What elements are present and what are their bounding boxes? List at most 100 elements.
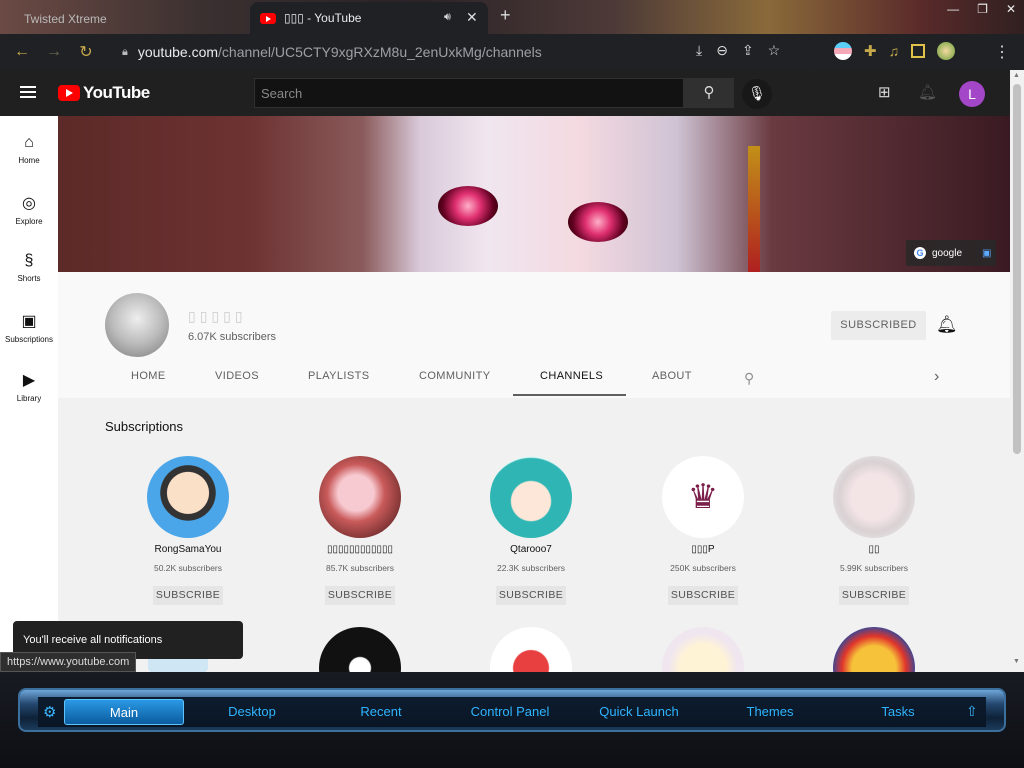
notification-bell-icon[interactable]: 🔔︎ bbox=[936, 315, 958, 335]
browser-toolbar: ← → ↻ 🔒︎ youtube.com/channel/UC5CTY9xgRX… bbox=[0, 34, 1024, 70]
subscribe-button[interactable]: SUBSCRIBE bbox=[325, 586, 395, 605]
speaker-icon[interactable]: 🔊︎ bbox=[444, 11, 451, 24]
channel-search-icon[interactable]: ⚲ bbox=[744, 370, 754, 387]
sidebar-item-label: Subscriptions bbox=[4, 335, 54, 344]
channel-card-avatar[interactable] bbox=[833, 627, 915, 672]
tab-channels[interactable]: CHANNELS bbox=[540, 370, 603, 382]
channel-card-avatar[interactable] bbox=[319, 456, 401, 538]
install-icon[interactable]: ⤓ bbox=[696, 42, 702, 59]
voice-search-button[interactable]: 🎙︎ bbox=[742, 79, 772, 109]
compass-icon: ◎ bbox=[22, 195, 36, 212]
tab-playlists[interactable]: PLAYLISTS bbox=[308, 370, 369, 382]
hamburger-menu-icon[interactable] bbox=[20, 86, 36, 88]
browser-menu-icon[interactable]: ⋮ bbox=[994, 42, 1010, 62]
browser-tab-inactive[interactable]: Twisted Xtreme bbox=[8, 4, 248, 34]
channel-card-avatar[interactable] bbox=[662, 627, 744, 672]
channel-card-name[interactable]: ▯▯▯P bbox=[643, 544, 763, 557]
channel-card[interactable]: ▯▯▯▯▯▯▯▯▯▯▯▯ 85.7K subscribers SUBSCRIBE bbox=[300, 456, 420, 605]
channel-card-name[interactable]: Qtarooo7 bbox=[471, 544, 591, 557]
channel-card-avatar[interactable]: ♛ bbox=[662, 456, 744, 538]
back-button[interactable]: ← bbox=[6, 43, 38, 61]
new-tab-button[interactable]: + bbox=[500, 5, 511, 26]
subscribe-button[interactable]: SUBSCRIBE bbox=[496, 586, 566, 605]
channel-card-name[interactable]: ▯▯▯▯▯▯▯▯▯▯▯▯ bbox=[300, 544, 420, 557]
banner-art-left-eye bbox=[438, 186, 498, 226]
channel-card[interactable]: ♛ ▯▯▯P 250K subscribers SUBSCRIBE bbox=[643, 456, 763, 605]
minimize-icon[interactable]: — bbox=[947, 2, 959, 16]
dock-item-recent[interactable]: Recent bbox=[331, 699, 431, 725]
subscribe-button[interactable]: SUBSCRIBE bbox=[839, 586, 909, 605]
create-video-icon[interactable]: ⊞ bbox=[878, 83, 891, 101]
tab-title: ▯▯▯ - YouTube bbox=[284, 11, 362, 25]
browser-tab-active[interactable]: ▯▯▯ - YouTube 🔊︎ ✕ bbox=[250, 2, 488, 34]
expand-up-icon[interactable]: ⇧ bbox=[966, 703, 978, 720]
channel-card[interactable]: ▯▯ 5.99K subscribers SUBSCRIBE bbox=[814, 456, 934, 605]
reload-button[interactable]: ↻ bbox=[70, 42, 102, 62]
sidebar-item-subscriptions[interactable]: ▣ Subscriptions bbox=[0, 311, 58, 344]
library-icon: ▶ bbox=[22, 372, 36, 389]
banner-art-tassel bbox=[748, 146, 760, 272]
notifications-bell-icon[interactable]: 🔔︎ bbox=[918, 83, 937, 101]
search-input[interactable]: Search bbox=[254, 78, 684, 108]
banner-link-label: google bbox=[932, 247, 963, 259]
search-button[interactable]: ⚲ bbox=[684, 78, 734, 108]
extension-flag-icon[interactable] bbox=[834, 42, 852, 60]
zoom-icon[interactable]: ⊖ bbox=[716, 42, 728, 59]
scrollbar-thumb[interactable] bbox=[1013, 84, 1021, 454]
channel-card-avatar[interactable] bbox=[490, 627, 572, 672]
subscribed-button[interactable]: SUBSCRIBED bbox=[831, 311, 926, 340]
channel-card-avatar[interactable] bbox=[147, 456, 229, 538]
sidebar-item-home[interactable]: ⌂ Home bbox=[0, 134, 58, 165]
close-tab-icon[interactable]: ✕ bbox=[466, 9, 478, 26]
tab-videos[interactable]: VIDEOS bbox=[215, 370, 259, 382]
channel-card-name[interactable]: RongSamaYou bbox=[128, 544, 248, 557]
channel-card-subs: 250K subscribers bbox=[670, 563, 736, 573]
sidebar-item-label: Home bbox=[18, 156, 40, 165]
dock-item-quick-launch[interactable]: Quick Launch bbox=[584, 699, 694, 725]
channel-card-avatar[interactable] bbox=[490, 456, 572, 538]
scroll-up-icon[interactable]: ▲ bbox=[1013, 72, 1020, 79]
gear-icon[interactable]: ⚙ bbox=[43, 703, 56, 721]
channel-name: ▯▯▯▯▯ bbox=[188, 308, 247, 324]
sidebar-item-shorts[interactable]: § Shorts bbox=[0, 252, 58, 283]
media-icon[interactable]: ♫ bbox=[889, 43, 900, 59]
sidebar-item-explore[interactable]: ◎ Explore bbox=[0, 193, 58, 226]
share-icon[interactable]: ⇪ bbox=[742, 42, 754, 59]
channel-card[interactable]: Qtarooo7 22.3K subscribers SUBSCRIBE bbox=[471, 456, 591, 605]
dock-item-themes[interactable]: Themes bbox=[720, 699, 820, 725]
sidebar-item-library[interactable]: ▶ Library bbox=[0, 370, 58, 403]
account-avatar[interactable]: L bbox=[959, 81, 985, 107]
dock-item-control-panel[interactable]: Control Panel bbox=[455, 699, 565, 725]
tab-community[interactable]: COMMUNITY bbox=[419, 370, 490, 382]
channel-card[interactable]: RongSamaYou 50.2K subscribers SUBSCRIBE bbox=[128, 456, 248, 605]
search-icon: ⚲ bbox=[703, 84, 715, 101]
sidepanel-icon[interactable] bbox=[911, 44, 926, 58]
channel-avatar bbox=[105, 293, 169, 357]
close-window-icon[interactable]: ✕ bbox=[1006, 2, 1016, 16]
puzzle-icon[interactable]: ✚ bbox=[864, 42, 877, 60]
subscribe-button[interactable]: SUBSCRIBE bbox=[153, 586, 223, 605]
active-tab-indicator bbox=[513, 394, 626, 396]
subscriptions-icon: ▣ bbox=[21, 313, 37, 330]
page-scrollbar[interactable]: ▲ ▼ bbox=[1010, 70, 1024, 672]
maximize-icon[interactable]: ❐ bbox=[977, 2, 988, 16]
channel-card-avatar[interactable] bbox=[833, 456, 915, 538]
dock-item-main[interactable]: Main bbox=[64, 699, 184, 725]
dock-item-desktop[interactable]: Desktop bbox=[202, 699, 302, 725]
channel-card-name[interactable]: ▯▯ bbox=[814, 544, 934, 557]
bilibili-icon[interactable]: ▣ bbox=[982, 248, 991, 259]
youtube-logo[interactable]: YouTube bbox=[58, 83, 150, 103]
tab-about[interactable]: ABOUT bbox=[652, 370, 692, 382]
channel-banner: G google ▣ bbox=[58, 116, 1010, 272]
chevron-right-icon[interactable]: › bbox=[934, 368, 939, 386]
dock-item-tasks[interactable]: Tasks bbox=[848, 699, 948, 725]
banner-link-tag[interactable]: G google ▣ bbox=[906, 240, 996, 266]
crown-logo-icon: ♛ bbox=[687, 478, 719, 516]
profile-avatar-icon[interactable] bbox=[937, 42, 956, 60]
bookmark-star-icon[interactable]: ☆ bbox=[768, 42, 781, 59]
subscribe-button[interactable]: SUBSCRIBE bbox=[668, 586, 738, 605]
scroll-down-icon[interactable]: ▼ bbox=[1013, 658, 1020, 665]
forward-button[interactable]: → bbox=[38, 43, 70, 61]
tab-home[interactable]: HOME bbox=[131, 370, 166, 382]
channel-card-avatar[interactable] bbox=[319, 627, 401, 672]
